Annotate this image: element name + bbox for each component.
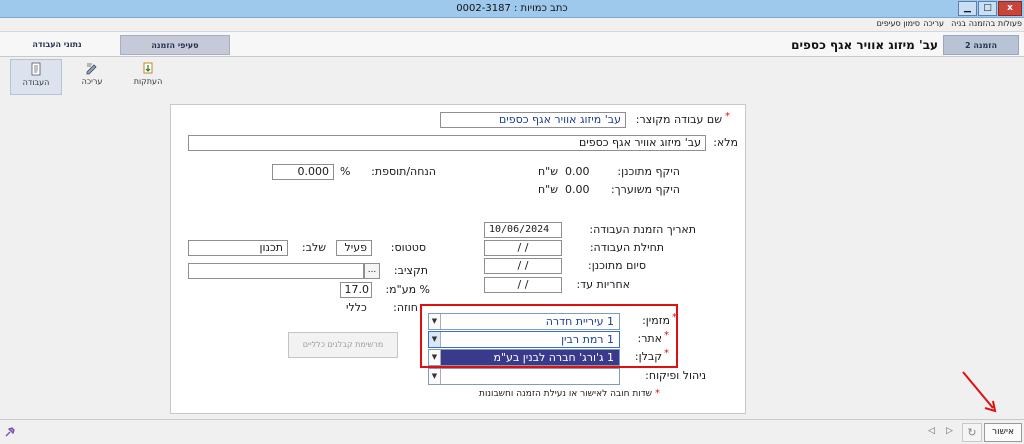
tab-order-2[interactable]: הזמנה 2 [943, 35, 1019, 55]
contract-value: כללי [346, 301, 367, 314]
stage-label: שלב: [301, 241, 326, 254]
required-marker-note: * [655, 388, 660, 399]
stage-input[interactable]: תכנון [188, 240, 288, 256]
budget-browse-button[interactable]: ... [364, 263, 380, 279]
tab-work-data[interactable]: נתוני העבודה [0, 35, 114, 55]
required-marker-site: * [664, 330, 669, 341]
work-button[interactable]: העבודה [10, 59, 62, 95]
estimated-scope-unit: ש"ח [538, 183, 559, 196]
planned-scope-unit: ש"ח [538, 165, 559, 178]
orderer-select[interactable]: ▼ 1 עיריית חדרה [428, 313, 620, 330]
required-marker-short-name: * [725, 111, 730, 122]
status-label: סטטוס: [390, 241, 426, 254]
warranty-label: אחריות עד: [576, 278, 630, 291]
status-bar: ◁ ▷ ↻ אישור [0, 419, 1024, 444]
start-date-label: תחילת העבודה: [589, 241, 664, 254]
start-date-input[interactable]: / / [484, 240, 562, 256]
site-label: אתר: [637, 332, 663, 345]
edit-button[interactable]: עריכה [66, 59, 118, 95]
required-marker-contractor: * [664, 348, 669, 359]
estimated-scope-value: 0.00 [565, 183, 590, 196]
planned-end-label: סיום מתוכנן: [587, 259, 646, 272]
window-title: כתב כמויות : 0002-3187 [456, 3, 568, 14]
work-label: העבודה [22, 78, 50, 87]
work-title: עב' מיזוג אוויר אגף כספים [791, 38, 938, 52]
pin-icon [5, 427, 15, 437]
contractor-select[interactable]: ▼ 1 ג'ורג' חברה לבנין בע"מ [428, 349, 620, 366]
budget-label: תקציב: [393, 264, 428, 277]
contractor-value: 1 ג'ורג' חברה לבנין בע"מ [493, 351, 615, 364]
tab-strip: הזמנה 2 עב' מיזוג אוויר אגף כספים סעיפי … [0, 31, 1024, 57]
management-select[interactable]: ▼ [428, 368, 620, 385]
edit-pencil-icon [86, 63, 97, 75]
management-label: ניהול ופיקוח: [645, 369, 706, 382]
copy-icon [143, 62, 153, 74]
chevron-down-icon: ▼ [429, 350, 441, 365]
menu-item-edit[interactable]: עריכה [923, 19, 944, 28]
site-value: 1 רמת רבין [561, 333, 614, 346]
budget-input[interactable] [188, 263, 364, 279]
discount-label: הנחה/תוספת: [371, 165, 436, 178]
orderer-value: 1 עיריית חדרה [545, 315, 614, 328]
order-date-label: תאריך הזמנת העבודה: [589, 223, 696, 236]
title-bar: כתב כמויות : 0002-3187 ▁ □ x [0, 0, 1024, 18]
copies-button[interactable]: העתקות [122, 59, 174, 95]
planned-scope-label: היקף מתוכנן: [617, 165, 680, 178]
vat-input[interactable]: 17.0 [340, 282, 372, 298]
next-arrow-icon[interactable]: ▷ [946, 426, 953, 436]
required-marker-orderer: * [672, 312, 677, 323]
edit-label: עריכה [81, 77, 103, 86]
vat-label: % מע"מ: [385, 283, 430, 296]
prev-arrow-icon[interactable]: ◁ [928, 426, 935, 436]
planned-scope-value: 0.00 [565, 165, 590, 178]
approve-button[interactable]: אישור [984, 423, 1022, 442]
maximize-button[interactable]: □ [978, 1, 997, 16]
full-name-input[interactable]: עב' מיזוג אוויר אגף כספים [188, 135, 706, 151]
chevron-down-icon: ▼ [429, 369, 441, 384]
menu-bar: פעולות בהזמנה בניה עריכה סימון סעיפים [0, 18, 1024, 31]
menu-item-build[interactable]: בניה [951, 19, 966, 28]
warranty-input[interactable]: / / [484, 277, 562, 293]
chevron-down-icon: ▼ [429, 332, 441, 347]
refresh-button[interactable]: ↻ [962, 423, 982, 442]
required-fields-note: שדות חובה לאישור או נעילת הזמנה וחשבונות [479, 389, 652, 399]
chevron-down-icon: ▼ [429, 314, 441, 329]
short-name-input[interactable]: עב' מיזוג אוויר אגף כספים [440, 112, 626, 128]
minimize-button[interactable]: ▁ [958, 1, 977, 16]
discount-percent-sign: % [340, 165, 351, 178]
tab-order-items[interactable]: סעיפי הזמנה [120, 35, 230, 55]
menu-item-order-actions[interactable]: פעולות בהזמנה [969, 19, 1022, 28]
contract-label: חוזה: [393, 301, 418, 314]
red-arrow-annotation [962, 371, 997, 413]
planned-end-input[interactable]: / / [484, 258, 562, 274]
status-input[interactable]: פעיל [336, 240, 372, 256]
menu-item-mark-items[interactable]: סימון סעיפים [877, 19, 920, 28]
copies-label: העתקות [133, 77, 163, 86]
estimated-scope-label: היקף משוערך: [611, 183, 680, 196]
short-name-label: שם עבודה מקוצר: [635, 113, 722, 126]
close-button[interactable]: x [998, 1, 1022, 16]
refresh-icon: ↻ [967, 426, 977, 439]
full-name-label: מלא: [713, 136, 738, 149]
general-contractors-button[interactable]: מרשימת קבלנים כלליים [288, 332, 398, 358]
orderer-label: מזמין: [642, 314, 670, 327]
contractor-label: קבלן: [634, 350, 662, 363]
discount-input[interactable]: 0.000 [272, 164, 334, 180]
order-date-input[interactable]: 10/06/2024 [484, 222, 562, 238]
ribbon-toolbar: העתקות עריכה העבודה [0, 57, 1024, 97]
document-icon [31, 62, 41, 76]
site-select[interactable]: ▼ 1 רמת רבין [428, 331, 620, 348]
